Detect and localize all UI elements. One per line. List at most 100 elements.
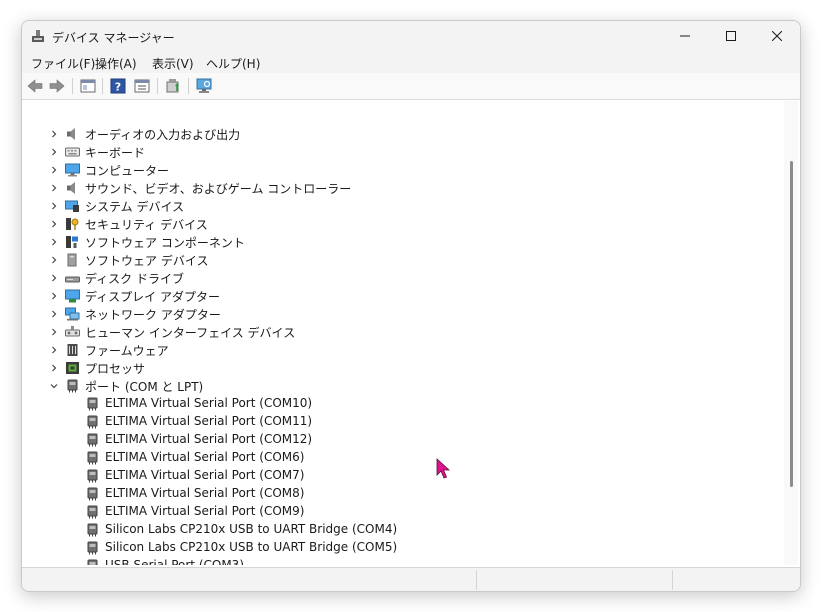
tree-item-label: ELTIMA Virtual Serial Port (COM12) [105, 432, 313, 446]
tree-item-label: キーボード [85, 146, 146, 160]
tree-item-label: ネットワーク アダプター [85, 308, 221, 322]
update-driver-icon[interactable] [164, 77, 182, 95]
tree-category-item[interactable]: ソフトウェア デバイス [24, 251, 782, 269]
toolbar-separator [72, 78, 73, 94]
tree-category-item[interactable]: ディスプレイ アダプター [24, 287, 782, 305]
tree-category-item[interactable]: システム デバイス [24, 197, 782, 215]
show-hide-console-tree-icon[interactable] [79, 77, 97, 95]
tree-category-item[interactable]: ネットワーク アダプター [24, 305, 782, 323]
tree-item-label: ELTIMA Virtual Serial Port (COM6) [105, 450, 305, 464]
tree-item-label: システム デバイス [85, 200, 185, 214]
system-device-icon [65, 200, 79, 212]
help-icon[interactable]: ? [109, 77, 127, 95]
toolbar-separator [102, 78, 103, 94]
disk-drive-icon [65, 276, 80, 283]
device-tree[interactable]: オーディオの入力および出力 キーボードコンピューター サウンド、ビデオ、およびゲーム… [24, 101, 782, 565]
tree-device-item[interactable]: Silicon Labs CP210x USB to UART Bridge (… [24, 521, 782, 539]
status-bar [22, 567, 800, 591]
chevron-right-icon[interactable] [48, 146, 60, 158]
tree-category-item[interactable]: サウンド、ビデオ、およびゲーム コントローラー [24, 179, 782, 197]
tree-item-label: コンピューター [85, 164, 170, 178]
menu-view[interactable]: 表示(V) [152, 55, 194, 72]
tree-item-label: ELTIMA Virtual Serial Port (COM11) [105, 414, 313, 428]
menu-bar: ファイル(F) 操作(A) 表示(V) ヘルプ(H) [22, 51, 800, 73]
close-icon [772, 31, 782, 41]
tree-category-item[interactable]: プロセッサ [24, 359, 782, 377]
window-title: デバイス マネージャー [52, 31, 175, 45]
tree-item-label: ソフトウェア デバイス [85, 254, 209, 268]
hid-icon [65, 326, 80, 337]
chevron-right-icon[interactable] [48, 308, 60, 320]
computer-icon [65, 163, 80, 177]
scrollbar-thumb[interactable] [790, 161, 793, 487]
tree-item-label: セキュリティ デバイス [85, 218, 208, 232]
tree-item-label: USB Serial Port (COM3) [105, 558, 244, 565]
tree-item-label: ELTIMA Virtual Serial Port (COM10) [105, 396, 313, 410]
tree-device-item[interactable]: ELTIMA Virtual Serial Port (COM6) [24, 449, 782, 467]
display-adapter-icon [65, 289, 80, 303]
scan-hardware-icon[interactable] [195, 77, 213, 95]
processor-icon [66, 362, 79, 374]
tree-item-label: オーディオの入力および出力 [85, 128, 241, 142]
tree-category-item[interactable]: オーディオの入力および出力 [24, 125, 782, 143]
security-key-icon [66, 218, 79, 230]
tree-item-label: ELTIMA Virtual Serial Port (COM8) [105, 486, 305, 500]
tree-device-item[interactable]: ELTIMA Virtual Serial Port (COM8) [24, 485, 782, 503]
back-icon[interactable] [26, 77, 44, 95]
vertical-scrollbar[interactable] [784, 101, 798, 565]
tree-device-item[interactable]: ELTIMA Virtual Serial Port (COM11) [24, 413, 782, 431]
close-button[interactable] [754, 21, 800, 51]
tree-category-item[interactable]: コンピューター [24, 161, 782, 179]
properties-icon[interactable] [133, 77, 151, 95]
forward-icon[interactable] [48, 77, 66, 95]
status-pane [476, 570, 673, 590]
tree-device-item[interactable]: ELTIMA Virtual Serial Port (COM12) [24, 431, 782, 449]
tree-category-item[interactable]: キーボード [24, 143, 782, 161]
tree-category-item[interactable]: ヒューマン インターフェイス デバイス [24, 323, 782, 341]
chevron-right-icon[interactable] [48, 164, 60, 176]
tree-category-item[interactable]: ディスク ドライブ [24, 269, 782, 287]
menu-action[interactable]: 操作(A) [95, 55, 137, 72]
port-icon [87, 451, 98, 465]
tree-device-item[interactable]: ELTIMA Virtual Serial Port (COM9) [24, 503, 782, 521]
speaker-icon [67, 128, 75, 140]
tree-item-label: ファームウェア [85, 344, 169, 358]
tree-item-label: ELTIMA Virtual Serial Port (COM9) [105, 504, 305, 518]
tree-device-item[interactable]: USB Serial Port (COM3) [24, 557, 782, 565]
chevron-right-icon[interactable] [48, 200, 60, 212]
chevron-right-icon[interactable] [48, 254, 60, 266]
chevron-right-icon[interactable] [48, 344, 60, 356]
mouse-pointer-icon [436, 458, 451, 479]
device-manager-window: デバイス マネージャー ファイル(F) 操作(A) 表示(V) ヘルプ(H) ?… [21, 20, 801, 592]
chevron-down-icon[interactable] [48, 380, 60, 392]
port-icon [87, 523, 98, 537]
firmware-icon [67, 344, 78, 356]
chevron-right-icon[interactable] [48, 362, 60, 374]
tree-item-label: Silicon Labs CP210x USB to UART Bridge (… [105, 522, 398, 536]
chevron-right-icon[interactable] [48, 236, 60, 248]
tree-item-label: ディスプレイ アダプター [85, 290, 220, 304]
maximize-button[interactable] [708, 21, 754, 51]
tree-category-item[interactable]: ソフトウェア コンポーネント [24, 233, 782, 251]
chevron-right-icon[interactable] [48, 218, 60, 230]
menu-help[interactable]: ヘルプ(H) [206, 55, 260, 72]
status-pane [672, 570, 799, 590]
chevron-right-icon[interactable] [48, 182, 60, 194]
keyboard-icon [65, 147, 80, 157]
tree-category-item[interactable]: ファームウェア [24, 341, 782, 359]
chevron-right-icon[interactable] [48, 128, 60, 140]
chevron-right-icon[interactable] [48, 272, 60, 284]
title-bar[interactable]: デバイス マネージャー [22, 21, 800, 51]
tree-device-item[interactable]: ELTIMA Virtual Serial Port (COM10) [24, 395, 782, 413]
tree-category-item-expanded[interactable]: ポート (COM と LPT) [24, 377, 782, 395]
tree-category-item[interactable]: セキュリティ デバイス [24, 215, 782, 233]
svg-text:?: ? [115, 81, 121, 94]
chevron-right-icon[interactable] [48, 326, 60, 338]
minimize-button[interactable] [662, 21, 708, 51]
toolbar: ? [22, 73, 800, 100]
tree-device-item[interactable]: ELTIMA Virtual Serial Port (COM7) [24, 467, 782, 485]
chevron-right-icon[interactable] [48, 290, 60, 302]
tree-device-item[interactable]: Silicon Labs CP210x USB to UART Bridge (… [24, 539, 782, 557]
menu-file[interactable]: ファイル(F) [31, 55, 95, 72]
device-manager-app-icon [32, 30, 44, 42]
